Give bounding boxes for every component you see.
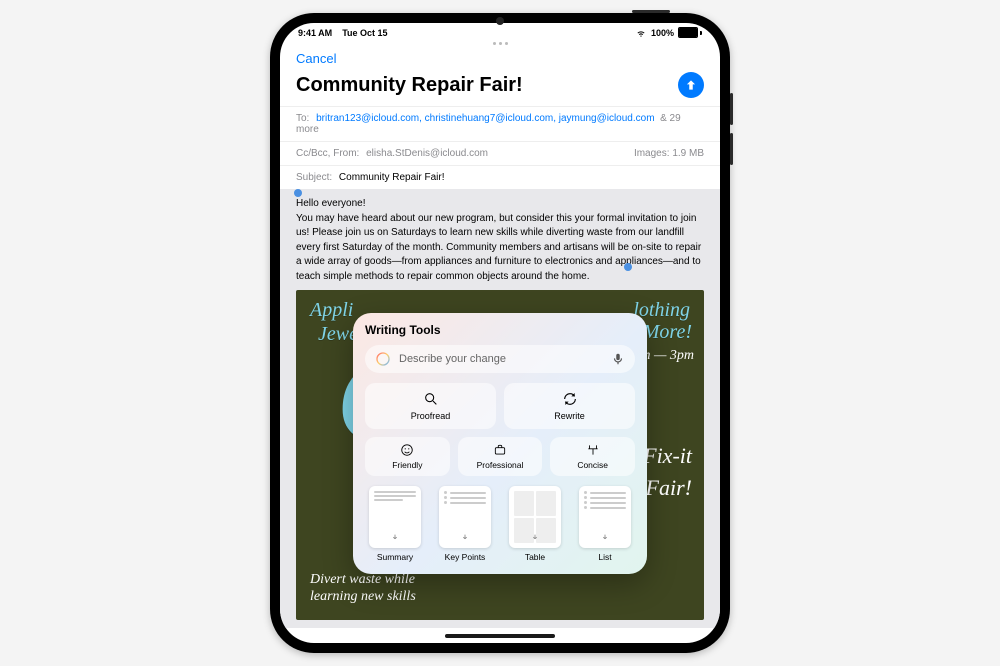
to-field[interactable]: To: britran123@icloud.com, christinehuan…: [280, 106, 720, 141]
to-label: To:: [296, 113, 309, 124]
describe-placeholder: Describe your change: [399, 353, 603, 365]
poster-text-4: More!: [643, 318, 692, 347]
from-address: elisha.StDenis@icloud.com: [366, 148, 488, 159]
summary-button[interactable]: Summary: [365, 486, 425, 562]
briefcase-icon: [493, 443, 507, 457]
writing-tools-title: Writing Tools: [365, 323, 635, 337]
status-time: 9:41 AM: [298, 28, 332, 38]
concise-button[interactable]: Concise: [550, 437, 635, 476]
selection-handle-start[interactable]: [294, 189, 302, 197]
wifi-icon: [635, 28, 647, 38]
selection-handle-end[interactable]: [624, 263, 632, 271]
send-button[interactable]: [678, 72, 704, 98]
list-button[interactable]: List: [575, 486, 635, 562]
table-thumb-icon: [509, 486, 561, 548]
magnifier-icon: [423, 391, 439, 407]
volume-down-button: [730, 133, 733, 165]
poster-fixit: Fix-itFair!: [643, 440, 692, 504]
multitasking-dots-icon[interactable]: [280, 40, 720, 47]
summary-thumb-icon: [369, 486, 421, 548]
compose-title: Community Repair Fair!: [296, 74, 523, 97]
describe-change-input[interactable]: Describe your change: [365, 345, 635, 373]
body-text: You may have heard about our new program…: [296, 212, 704, 285]
subject-field[interactable]: Subject: Community Repair Fair!: [280, 165, 720, 189]
ccbcc-label: Cc/Bcc, From:: [296, 148, 359, 159]
front-camera: [496, 17, 504, 25]
screen: 9:41 AM Tue Oct 15 100% Cancel: [280, 23, 720, 643]
cancel-button[interactable]: Cancel: [296, 51, 336, 66]
to-recipients: britran123@icloud.com, christinehuang7@i…: [316, 113, 654, 124]
keypoints-button[interactable]: Key Points: [435, 486, 495, 562]
home-indicator[interactable]: [445, 634, 555, 638]
smile-icon: [400, 443, 414, 457]
friendly-button[interactable]: Friendly: [365, 437, 450, 476]
status-date: Tue Oct 15: [342, 28, 387, 38]
list-thumb-icon: [579, 486, 631, 548]
rewrite-button[interactable]: Rewrite: [504, 383, 635, 429]
table-button[interactable]: Table: [505, 486, 565, 562]
images-label: Images:: [634, 148, 670, 159]
battery-percent: 100%: [651, 28, 674, 38]
poster-divert: Divert waste while learning new skills: [310, 572, 430, 606]
apple-intelligence-icon: [375, 351, 391, 367]
proofread-button[interactable]: Proofread: [365, 383, 496, 429]
power-button: [632, 10, 670, 13]
writing-tools-popover: Writing Tools Describe your change Proof…: [353, 313, 647, 574]
subject-value: Community Repair Fair!: [339, 172, 445, 183]
concise-icon: [586, 443, 600, 457]
compose-header: Cancel: [280, 47, 720, 72]
subject-label: Subject:: [296, 172, 332, 183]
body-greeting: Hello everyone!: [296, 197, 704, 212]
professional-button[interactable]: Professional: [458, 437, 543, 476]
images-size: 1.9 MB: [672, 148, 704, 159]
rewrite-icon: [562, 391, 578, 407]
battery-icon: [678, 27, 702, 38]
arrow-up-icon: [684, 78, 698, 92]
ipad-device: 9:41 AM Tue Oct 15 100% Cancel: [270, 13, 730, 653]
microphone-icon[interactable]: [611, 352, 625, 366]
volume-up-button: [730, 93, 733, 125]
status-time-date: 9:41 AM Tue Oct 15: [298, 28, 388, 38]
status-bar: 9:41 AM Tue Oct 15 100%: [280, 23, 720, 40]
ccbcc-from-field[interactable]: Cc/Bcc, From: elisha.StDenis@icloud.com …: [280, 141, 720, 165]
keypoints-thumb-icon: [439, 486, 491, 548]
